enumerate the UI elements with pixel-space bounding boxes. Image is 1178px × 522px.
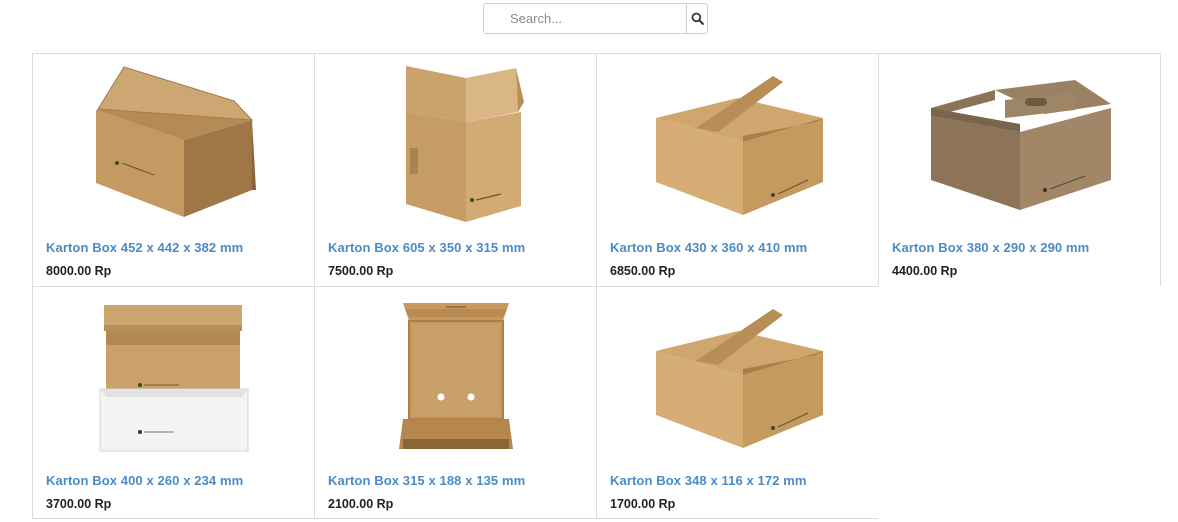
product-grid: Karton Box 452 x 442 x 382 mm 8000.00 Rp… — [32, 53, 1161, 519]
product-card[interactable]: Karton Box 315 x 188 x 135 mm 2100.00 Rp — [314, 286, 597, 519]
product-price: 8000.00 Rp — [46, 264, 112, 278]
open-box-flap-icon — [95, 66, 256, 217]
product-card[interactable]: Karton Box 605 x 350 x 315 mm 7500.00 Rp — [314, 53, 597, 287]
search-button[interactable] — [686, 4, 707, 33]
product-price: 3700.00 Rp — [46, 497, 112, 511]
product-price: 6850.00 Rp — [610, 264, 676, 278]
product-image[interactable] — [638, 62, 838, 228]
closed-box-icon — [655, 76, 823, 215]
pizza-box-icon — [398, 303, 513, 449]
product-title[interactable]: Karton Box 400 x 260 x 234 mm — [46, 473, 243, 488]
archive-box-icon — [99, 304, 248, 451]
closed-box-icon — [655, 309, 823, 448]
product-card[interactable]: Karton Box 348 x 116 x 172 mm 1700.00 Rp — [596, 286, 879, 519]
product-price: 7500.00 Rp — [328, 264, 394, 278]
product-price: 2100.00 Rp — [328, 497, 394, 511]
product-title[interactable]: Karton Box 605 x 350 x 315 mm — [328, 240, 525, 255]
product-card[interactable]: Karton Box 452 x 442 x 382 mm 8000.00 Rp — [32, 53, 315, 287]
search-bar — [483, 3, 708, 34]
product-image[interactable] — [920, 62, 1120, 228]
product-image[interactable] — [356, 62, 556, 228]
product-image[interactable] — [74, 62, 274, 228]
product-title[interactable]: Karton Box 380 x 290 x 290 mm — [892, 240, 1089, 255]
tall-open-box-icon — [405, 66, 524, 222]
product-price: 4400.00 Rp — [892, 264, 958, 278]
empty-cell — [878, 286, 1161, 519]
product-title[interactable]: Karton Box 348 x 116 x 172 mm — [610, 473, 807, 488]
product-card[interactable]: Karton Box 380 x 290 x 290 mm 4400.00 Rp — [878, 53, 1161, 287]
product-title[interactable]: Karton Box 430 x 360 x 410 mm — [610, 240, 807, 255]
handle-box-icon — [930, 80, 1111, 210]
product-card[interactable]: Karton Box 400 x 260 x 234 mm 3700.00 Rp — [32, 286, 315, 519]
search-icon — [691, 12, 704, 25]
product-title[interactable]: Karton Box 452 x 442 x 382 mm — [46, 240, 243, 255]
product-card[interactable]: Karton Box 430 x 360 x 410 mm 6850.00 Rp — [596, 53, 879, 287]
product-title[interactable]: Karton Box 315 x 188 x 135 mm — [328, 473, 525, 488]
product-image[interactable] — [638, 295, 838, 461]
product-image[interactable] — [74, 295, 274, 461]
product-image[interactable] — [356, 295, 556, 461]
search-input[interactable] — [484, 4, 686, 33]
product-price: 1700.00 Rp — [610, 497, 676, 511]
